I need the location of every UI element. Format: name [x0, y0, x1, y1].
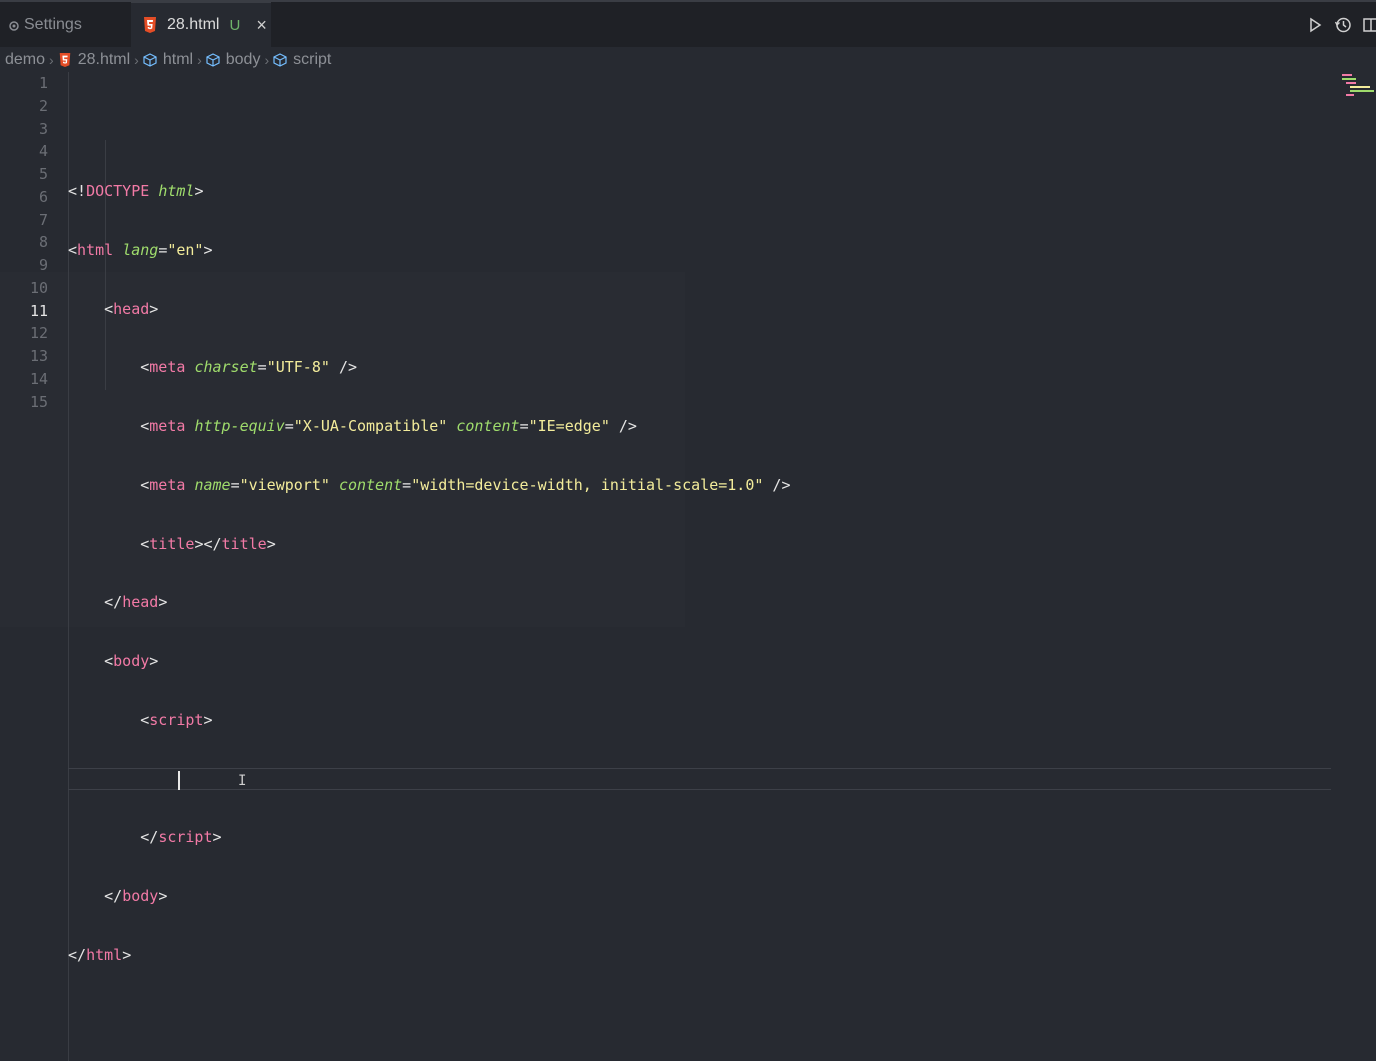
code-line: <html lang="en"> — [68, 240, 213, 259]
mouse-ibeam-icon: I — [238, 772, 247, 789]
symbol-icon — [206, 53, 220, 67]
breadcrumb-separator: › — [134, 52, 139, 68]
code-line: </script> — [140, 828, 222, 847]
line-number-gutter: 1 2 3 4 5 6 7 8 9 10 11 12 13 14 15 — [0, 72, 48, 413]
minimap[interactable] — [1340, 72, 1376, 576]
code-line: <head> — [104, 299, 159, 318]
breadcrumb-item-file[interactable]: 28.html — [78, 51, 130, 69]
code-line: <meta http-equiv="X-UA-Compatible" conte… — [140, 417, 637, 435]
gear-icon — [8, 19, 20, 31]
breadcrumb-separator: › — [49, 52, 54, 68]
line-number: 3 — [38, 119, 48, 138]
tab-28-html[interactable]: 28.html U × — [131, 2, 271, 47]
code-line: <title></title> — [140, 534, 276, 553]
breadcrumb-item-body[interactable]: body — [226, 51, 261, 69]
tab-settings[interactable]: Settings — [0, 2, 128, 47]
code-line: <!DOCTYPE html> — [68, 182, 204, 200]
code-line: </body> — [104, 887, 168, 905]
line-number-current: 11 — [29, 301, 48, 320]
html5-icon — [143, 17, 157, 33]
html5-icon — [58, 53, 72, 67]
breadcrumb-item-script[interactable]: script — [293, 51, 331, 69]
code-line-current[interactable]: I — [68, 767, 1331, 791]
indent-guide — [68, 72, 69, 1061]
code-area[interactable]: <!DOCTYPE html> <html lang="en"> <head> … — [68, 72, 1340, 1061]
close-icon[interactable]: × — [256, 16, 267, 34]
line-number: 5 — [38, 165, 48, 183]
history-icon[interactable] — [1334, 16, 1352, 34]
line-number: 12 — [29, 324, 48, 343]
line-number: 13 — [29, 347, 48, 365]
breadcrumb: demo › 28.html › html › body › script — [0, 48, 1376, 72]
split-editor-icon[interactable] — [1362, 16, 1376, 34]
code-line: <body> — [104, 652, 159, 670]
line-number: 8 — [38, 233, 48, 252]
line-number: 2 — [38, 96, 48, 115]
tab-bar: Settings 28.html U × — [0, 0, 1376, 47]
indent-guide — [105, 140, 106, 390]
text-cursor — [178, 770, 180, 790]
line-number: 10 — [29, 278, 48, 297]
tab-label: 28.html — [167, 16, 220, 33]
line-number: 14 — [29, 369, 48, 388]
tab-label: Settings — [24, 15, 82, 33]
line-number: 6 — [38, 187, 48, 206]
code-line: </head> — [104, 593, 168, 612]
editor-actions — [1302, 2, 1376, 47]
code-line: <meta charset="UTF-8" /> — [140, 358, 357, 377]
breadcrumb-separator: › — [197, 52, 202, 68]
untracked-badge: U — [229, 16, 241, 34]
code-line: </html> — [68, 945, 132, 964]
line-number: 15 — [29, 392, 48, 411]
breadcrumb-separator: › — [264, 52, 270, 68]
line-number: 9 — [38, 256, 48, 274]
symbol-icon — [143, 53, 157, 67]
code-line: <meta name="viewport" content="width=dev… — [140, 475, 791, 494]
run-icon[interactable] — [1306, 16, 1324, 34]
code-editor[interactable]: 1 2 3 4 5 6 7 8 9 10 11 12 13 14 15 <!DO… — [0, 72, 1340, 1061]
line-number: 1 — [38, 74, 48, 92]
line-number: 4 — [38, 142, 48, 161]
breadcrumb-item-html[interactable]: html — [163, 51, 193, 69]
line-number: 7 — [38, 210, 48, 229]
breadcrumb-item-demo[interactable]: demo — [5, 51, 45, 69]
symbol-icon — [273, 53, 287, 67]
code-line: <script> — [140, 710, 213, 729]
